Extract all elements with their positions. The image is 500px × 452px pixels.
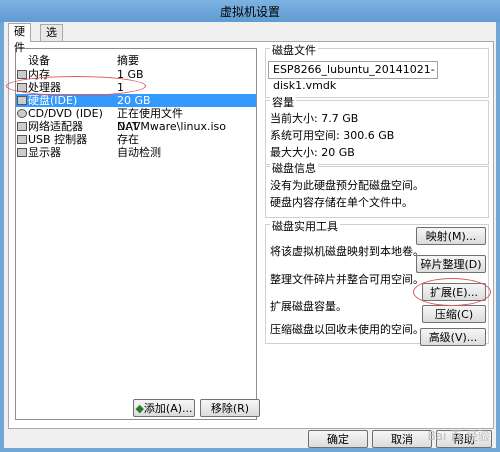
tab-options[interactable]: 选项 <box>40 24 63 55</box>
device-summary: 1 <box>117 81 124 94</box>
capacity-current: 当前大小: 7.7 GB <box>270 112 359 125</box>
disk-info-group: 磁盘信息 没有为此硬盘预分配磁盘空间。 硬盘内容存储在单个文件中。 <box>265 160 489 218</box>
disk-utilities-title: 磁盘实用工具 <box>270 218 340 234</box>
disk-file-input[interactable]: ESP8266_lubuntu_20141021-disk1.vmdk <box>268 61 438 92</box>
network-icon <box>17 122 27 131</box>
device-list-header: 设备 摘要 <box>16 49 256 67</box>
expand-description: 扩展磁盘容量。 <box>270 300 347 313</box>
summary-column-header[interactable]: 摘要 <box>117 52 139 68</box>
device-list[interactable]: 设备 摘要 内存 1 GB 处理器 1 硬盘(IDE) 20 GB CD/DVD… <box>15 48 257 420</box>
device-name: 处理器 <box>28 81 61 94</box>
device-name: 硬盘(IDE) <box>28 94 78 107</box>
title-bar: 虚拟机设置 <box>0 0 500 22</box>
memory-icon <box>17 70 27 79</box>
capacity-max: 最大大小: 20 GB <box>270 146 355 159</box>
compact-description: 压缩磁盘以回收未使用的空间。 <box>270 323 424 336</box>
device-row-memory[interactable]: 内存 1 GB <box>16 68 256 81</box>
expand-button[interactable]: 扩展(E)... <box>422 283 486 301</box>
device-summary: 自动检测 <box>117 146 161 159</box>
device-column-header[interactable]: 设备 <box>28 52 50 68</box>
device-summary: 存在 <box>117 133 139 146</box>
device-row-display[interactable]: 显示器 自动检测 <box>16 146 256 159</box>
capacity-group: 容量 当前大小: 7.7 GB 系统可用空间: 300.6 GB 最大大小: 2… <box>265 94 489 165</box>
ok-button[interactable]: 确定 <box>308 430 368 448</box>
device-name: 网络适配器 <box>28 120 83 133</box>
disk-info-line-1: 没有为此硬盘预分配磁盘空间。 <box>270 179 424 192</box>
disk-info-line-2: 硬盘内容存储在单个文件中。 <box>270 196 413 209</box>
harddisk-icon <box>17 96 27 105</box>
capacity-free: 系统可用空间: 300.6 GB <box>270 129 395 142</box>
shield-icon: ◆ <box>135 402 144 415</box>
device-row-harddisk[interactable]: 硬盘(IDE) 20 GB <box>16 94 256 107</box>
cpu-icon <box>17 83 27 92</box>
device-name: USB 控制器 <box>28 133 88 146</box>
defrag-button[interactable]: 碎片整理(D) <box>416 255 486 273</box>
add-button[interactable]: ◆添加(A)... <box>133 399 195 417</box>
advanced-button[interactable]: 高级(V)... <box>420 328 486 346</box>
disk-info-title: 磁盘信息 <box>270 160 318 176</box>
tab-hardware[interactable]: 硬件 <box>8 23 31 54</box>
device-row-cdrom[interactable]: CD/DVD (IDE) 正在使用文件 D:\VMware\linux.iso <box>16 107 256 133</box>
compact-button[interactable]: 压缩(C) <box>422 305 486 323</box>
device-row-cpu[interactable]: 处理器 1 <box>16 81 256 94</box>
watermark: Bai 百 经验 <box>427 429 490 443</box>
device-summary: NAT <box>117 120 139 133</box>
disk-file-title: 磁盘文件 <box>270 42 318 58</box>
device-summary: 20 GB <box>117 94 151 107</box>
dialog-client: 硬件 选项 设备 摘要 内存 1 GB 处理器 1 硬盘(IDE) 20 GB <box>4 22 496 448</box>
cancel-button[interactable]: 取消 <box>372 430 432 448</box>
capacity-title: 容量 <box>270 94 296 110</box>
add-button-label: 添加(A)... <box>143 402 193 415</box>
remove-button[interactable]: 移除(R) <box>200 399 260 417</box>
device-row-usb[interactable]: USB 控制器 存在 <box>16 133 256 146</box>
device-summary: 1 GB <box>117 68 144 81</box>
device-row-network[interactable]: 网络适配器 NAT <box>16 120 256 133</box>
defrag-description: 整理文件碎片并整合可用空间。 <box>270 273 424 286</box>
window-title: 虚拟机设置 <box>219 5 280 19</box>
device-name: 显示器 <box>28 146 61 159</box>
map-button[interactable]: 映射(M)... <box>416 227 486 245</box>
map-description: 将该虚拟机磁盘映射到本地卷。 <box>270 245 424 258</box>
display-icon <box>17 148 27 157</box>
usb-icon <box>17 135 27 144</box>
device-name: CD/DVD (IDE) <box>28 107 103 120</box>
cdrom-icon <box>17 109 27 118</box>
device-name: 内存 <box>28 68 50 81</box>
